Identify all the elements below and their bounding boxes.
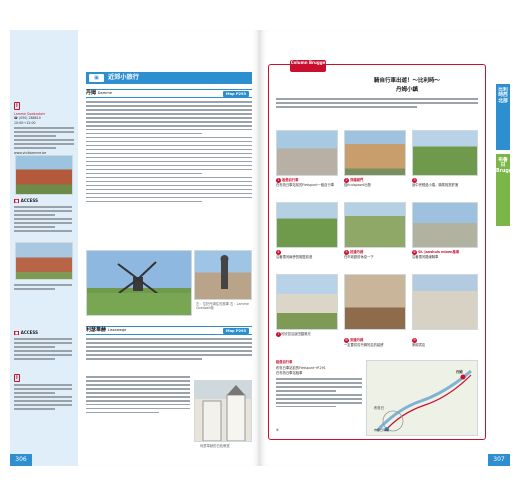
- column-badge: Column Brugge: [290, 60, 326, 72]
- lissewege-body-text-2: [86, 376, 190, 446]
- info-box: i: [14, 102, 20, 110]
- rental-note: ※: [276, 428, 279, 432]
- step-3-caption: 3 途中會經過小橋，騎乘相當舒適: [412, 178, 459, 187]
- photo-step-3: [412, 130, 478, 176]
- photo-caption-1: 左：位於丹姆往的風車 右：Lamme Goedzak像: [196, 302, 249, 311]
- bus-icon: ▣: [89, 74, 104, 82]
- map-ref-lissewege[interactable]: Map P293: [223, 328, 249, 334]
- step-5-caption: 5 抵達丹姆 在市政廳前休息一下: [344, 250, 374, 259]
- rental-line-1: 布魯日車站前的Fietspunt→P.291: [276, 366, 326, 370]
- tab-city[interactable]: 布魯日Brugge: [496, 154, 516, 226]
- photo-step-2: [344, 130, 406, 176]
- info-box-2: i: [14, 374, 20, 382]
- section-header: ▣ 近郊小旅行: [86, 72, 252, 84]
- photo-step-8: [344, 274, 406, 330]
- step-8-caption: 8 到達丹姆 一定要嘗嘗丹姆知名的鬆餅: [344, 338, 384, 347]
- lissewege-body-text: [86, 338, 252, 374]
- map-label-brugge: 布魯日: [374, 406, 384, 410]
- photo-damme-townhall: [15, 155, 73, 195]
- access-text-2: [14, 338, 72, 372]
- place-bar-damme: 丹姆 Damme Map P293: [86, 89, 252, 98]
- photo-lissewege-church: [15, 242, 73, 280]
- column-title: 騎自行車出遊！～比利時～: [373, 78, 440, 84]
- step-2-caption: 2 穿越城門 從Kruispoort出發: [344, 178, 371, 187]
- tab-region[interactable]: 比利時西北部: [496, 84, 510, 150]
- map-ref-damme[interactable]: Map P293: [223, 91, 249, 97]
- step-6-caption: 6 St. Janshuis mioen風車 沿著運河路線騎車: [412, 250, 460, 259]
- access-header: ■ ACCESS: [14, 198, 38, 203]
- step-9-caption: 9 參觀書店: [412, 338, 426, 347]
- left-sidebar: i Lamme Goedzakstr ☎ (050) 288610 10:00～…: [10, 30, 78, 466]
- column-subtitle: 丹姆小鎮: [395, 87, 418, 93]
- access-header-2: ■ ACCESS: [14, 330, 38, 335]
- map-label-damme: 丹姆: [456, 370, 463, 374]
- info-text-2: [14, 384, 72, 426]
- rental-title: 租借自行車: [276, 360, 293, 364]
- photo-white-church: [194, 380, 252, 442]
- right-page: Column Brugge 騎自行車出遊！～比利時～ 丹姆小鎮 1 租借自行車在…: [260, 30, 516, 466]
- photo-step-7: [276, 274, 338, 330]
- photo-step-9: [412, 274, 478, 330]
- photo-step-4: [276, 202, 338, 248]
- step-1-caption: 1 租借自行車 在布魯日車站前的Fietspunt一租自行車: [276, 178, 335, 187]
- left-page: i Lamme Goedzakstr ☎ (050) 288610 10:00～…: [10, 30, 260, 466]
- damme-body-text: [86, 101, 252, 249]
- step-7-caption: 7可欣賞沿途田園風光: [276, 332, 311, 337]
- page-number-left: 306: [10, 454, 32, 466]
- photo-statue: [194, 250, 252, 300]
- photo-caption-2: 利瑟韋赫的白色教堂: [200, 444, 230, 448]
- access-text: [14, 206, 72, 242]
- step-4-caption: 4 沿著運河兩旁的樹蔭前進: [276, 250, 313, 259]
- column-intro: [276, 98, 478, 112]
- map-label-station: 布魯日車站: [374, 428, 390, 432]
- place-bar-lissewege: 利瑟韋赫 Lissewege Map P293: [86, 326, 252, 335]
- sidebar-info-text: Lamme Goedzakstr ☎ (050) 288610 10:00～12…: [14, 112, 74, 158]
- photo-step-6: [412, 202, 478, 248]
- page-number-right: 307: [488, 454, 510, 466]
- photo-step-1: [276, 130, 338, 176]
- photo-caption-side: [14, 284, 72, 296]
- photo-step-5: [344, 202, 406, 248]
- rental-text: [276, 378, 362, 430]
- rental-line-2: 在布魯日車站租車: [276, 371, 303, 375]
- book-spread: i Lamme Goedzakstr ☎ (050) 288610 10:00～…: [0, 0, 520, 500]
- photo-windmill: [86, 250, 192, 316]
